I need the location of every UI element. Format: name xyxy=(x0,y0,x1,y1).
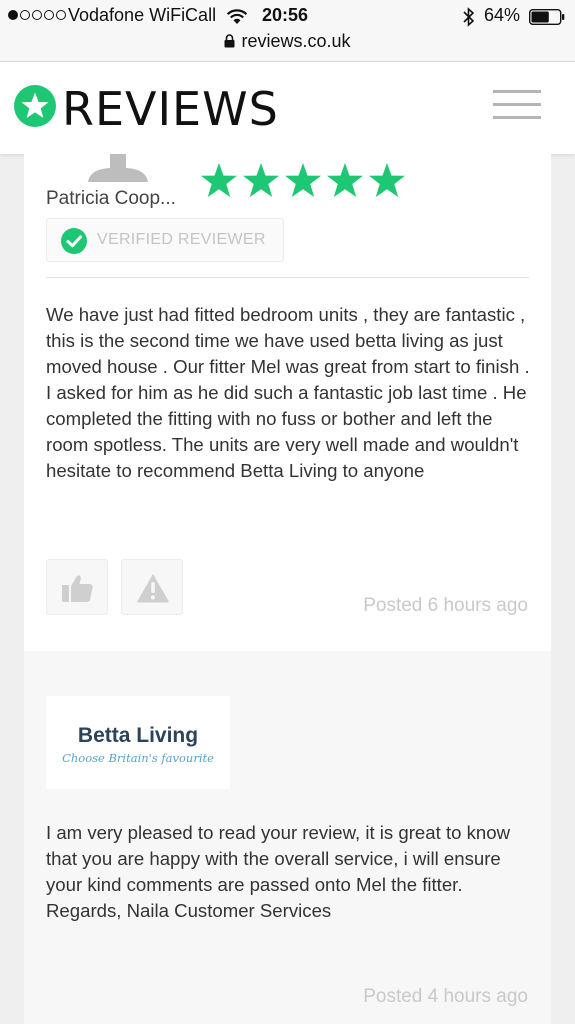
star-icon xyxy=(327,163,363,197)
address-bar[interactable]: reviews.co.uk xyxy=(0,31,575,55)
lock-icon xyxy=(224,34,235,48)
report-button[interactable] xyxy=(121,559,183,615)
review-card: Patricia Coop... VERIFIED REVIEWER We ha… xyxy=(24,154,551,651)
status-row: Vodafone WiFiCall 20:56 64% xyxy=(0,5,575,27)
signal-strength-icon xyxy=(8,10,66,20)
avatar xyxy=(88,154,148,182)
bluetooth-icon xyxy=(463,7,475,27)
star-icon[interactable] xyxy=(14,85,56,127)
wifi-icon xyxy=(226,9,248,24)
thumbs-up-icon xyxy=(62,575,93,602)
ios-status-bar: Vodafone WiFiCall 20:56 64% reviews.co.u… xyxy=(0,0,575,62)
helpful-button[interactable] xyxy=(46,559,108,615)
carrier-name: Vodafone WiFiCall xyxy=(68,5,217,25)
company-logo-name: Betta Living xyxy=(77,724,199,747)
verified-reviewer-badge: VERIFIED REVIEWER xyxy=(46,218,284,262)
star-rating xyxy=(200,162,406,200)
reply-text: I am very pleased to read your review, i… xyxy=(46,822,511,921)
page-url: reviews.co.uk xyxy=(241,31,351,51)
company-reply-card: Betta Living Choose Britain's favourite … xyxy=(24,651,551,1024)
site-logo-text[interactable]: REVIEWS xyxy=(62,82,279,136)
star-icon xyxy=(201,163,237,197)
star-icon xyxy=(243,163,279,197)
review-text: We have just had fitted bedroom units , … xyxy=(46,304,530,481)
clock: 20:56 xyxy=(262,5,309,25)
reply-posted-time: Posted 4 hours ago xyxy=(363,986,528,1007)
review-posted-time: Posted 6 hours ago xyxy=(363,595,528,616)
star-icon xyxy=(285,163,321,197)
reviewer-name: Patricia Coop... xyxy=(46,188,176,209)
divider xyxy=(46,277,529,278)
check-circle-icon xyxy=(61,228,87,254)
verified-label: VERIFIED REVIEWER xyxy=(97,231,266,248)
hamburger-icon[interactable] xyxy=(493,88,541,122)
company-logo-tagline: Choose Britain's favourite xyxy=(62,751,214,765)
battery-percentage: 64% xyxy=(484,5,521,25)
battery-icon xyxy=(529,9,565,25)
company-logo: Betta Living Choose Britain's favourite xyxy=(46,696,230,789)
site-header: REVIEWS xyxy=(0,62,575,154)
warning-icon xyxy=(137,574,169,603)
star-icon xyxy=(369,163,405,197)
